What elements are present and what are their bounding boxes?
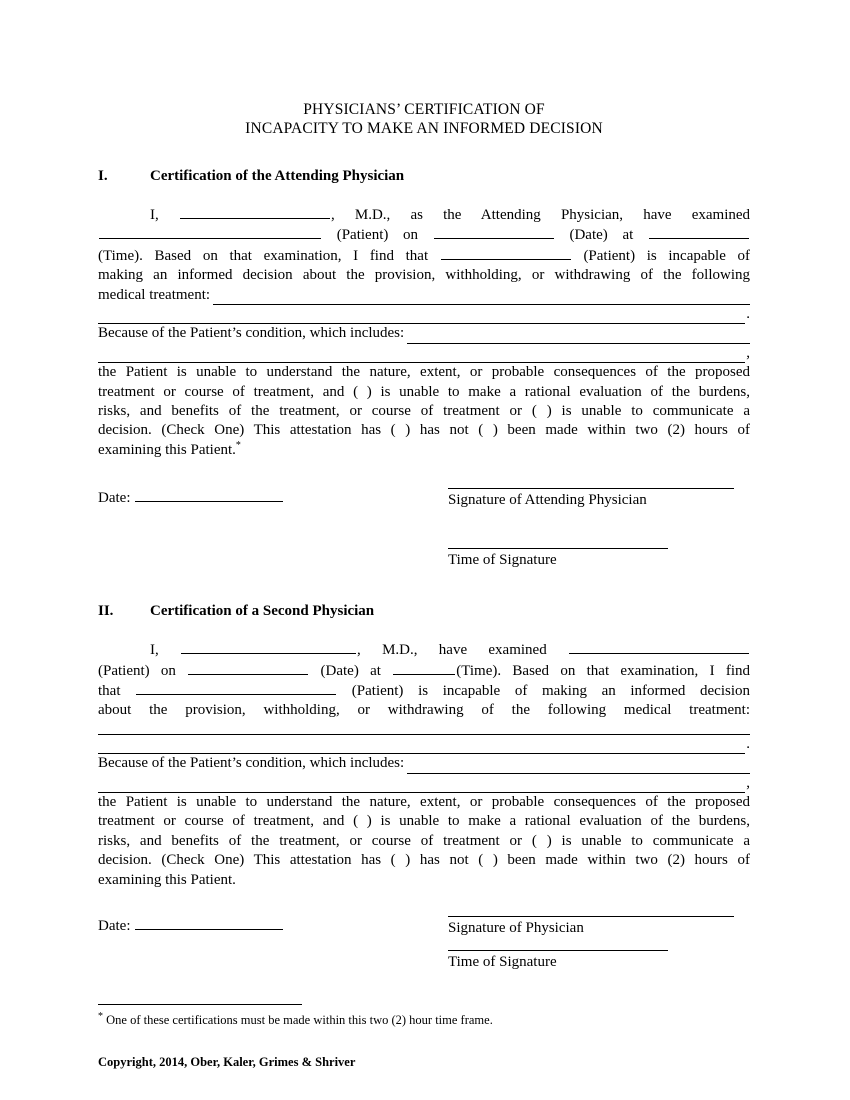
date-input-blank-1[interactable]	[135, 488, 284, 503]
para-line: I, , M.D., as the Attending Physician, h…	[98, 205, 750, 225]
date-area-2: Date:	[98, 916, 448, 973]
section-heading-2: II. Certification of a Second Physician	[98, 603, 750, 620]
document-title: PHYSICIANS’ CERTIFICATION OF INCAPACITY …	[98, 100, 750, 138]
text-date-at: (Date) at	[569, 227, 634, 244]
physician-name-blank-2[interactable]	[181, 640, 357, 655]
examining-patient-text: examining this Patient.	[98, 441, 236, 458]
patient-name-blank[interactable]	[99, 225, 321, 240]
physician-name-blank[interactable]	[179, 205, 330, 219]
patient-name-blank-3[interactable]	[569, 640, 750, 655]
para-line: making an informed decision about the pr…	[98, 267, 750, 284]
document-page: PHYSICIANS’ CERTIFICATION OF INCAPACITY …	[98, 0, 750, 1100]
footnote-asterisk-icon: *	[98, 1010, 103, 1022]
signature-block-1: Date: Signature of Attending Physician T…	[98, 488, 750, 570]
because-condition-row-4: ,	[98, 774, 750, 793]
para-line: that (Patient) is incapable of making an…	[98, 681, 750, 701]
medical-treatment-row-3	[98, 721, 750, 735]
para-line: about the provision, withholding, or wit…	[98, 702, 750, 719]
medical-treatment-blank[interactable]	[213, 291, 750, 306]
text-patient-incapable-2: (Patient) is incapable of making an info…	[351, 682, 750, 699]
footnote-area: * One of these certifications must be ma…	[98, 1003, 750, 1028]
date-row-2: Date:	[98, 916, 448, 935]
condition-blank-4[interactable]	[98, 779, 746, 793]
date-input-blank-2[interactable]	[135, 916, 284, 930]
para-line: (Patient) on (Date) at	[98, 225, 750, 245]
signature-block-2: Date: Signature of Physician Time of Sig…	[98, 915, 750, 973]
section-title-1: Certification of the Attending Physician	[150, 168, 405, 184]
text-i-label-2: I,	[150, 642, 159, 659]
para-line: examining this Patient.	[98, 871, 236, 888]
para-line: risks, and benefits of the treatment, or…	[98, 403, 750, 420]
time-label-1: Time of Signature	[448, 551, 557, 568]
section-number-2: II.	[98, 603, 114, 620]
time-blank[interactable]	[649, 225, 750, 240]
copyright-notice: Copyright, 2014, Ober, Kaler, Grimes & S…	[98, 1054, 356, 1069]
medical-treatment-blank-2[interactable]	[98, 310, 746, 325]
because-condition-label-2: Because of the Patient’s condition, whic…	[98, 755, 405, 772]
medical-treatment-row: medical treatment:	[98, 286, 750, 306]
period-tail: .	[746, 306, 750, 323]
patient-name-blank-2[interactable]	[440, 246, 571, 260]
para-line: the Patient is unable to understand the …	[98, 793, 750, 810]
para-line: decision. (Check One) This attestation h…	[98, 852, 750, 869]
date-blank[interactable]	[433, 225, 554, 240]
section-number-1: I.	[98, 168, 108, 184]
para-line: I, , M.D., have examined	[98, 640, 750, 660]
footnote-body: One of these certifications must be made…	[106, 1012, 493, 1027]
date-label-1: Date:	[98, 490, 131, 507]
date-area-1: Date:	[98, 488, 448, 570]
para-line: examining this Patient.*	[98, 439, 750, 460]
medical-treatment-row-4: .	[98, 735, 750, 755]
text-md-examined: , M.D., have examined	[357, 642, 547, 659]
text-patient-on-2: (Patient) on	[98, 662, 176, 679]
medical-treatment-row-2: .	[98, 305, 750, 325]
section-heading-1: I. Certification of the Attending Physic…	[98, 168, 750, 185]
text-i-label: I,	[150, 207, 159, 223]
text-patient-on: (Patient) on	[336, 227, 419, 244]
title-line-2: INCAPACITY TO MAKE AN INFORMED DECISION	[245, 120, 603, 137]
text-date-at-2: (Date) at	[320, 662, 381, 679]
text-that-label: that	[98, 682, 121, 699]
date-label-2: Date:	[98, 917, 131, 934]
text-patient-incapable: (Patient) is incapable of	[583, 247, 751, 264]
para-line: the Patient is unable to understand the …	[98, 364, 750, 381]
para-line: decision. (Check One) This attestation h…	[98, 422, 750, 439]
comma-tail: ,	[746, 344, 750, 361]
comma-tail-2: ,	[746, 774, 750, 791]
because-condition-label: Because of the Patient’s condition, whic…	[98, 325, 405, 342]
text-time-based-2: (Time). Based on that examination, I fin…	[456, 662, 751, 679]
para-line: risks, and benefits of the treatment, or…	[98, 832, 750, 849]
text-time-based: (Time). Based on that examination, I fin…	[98, 247, 429, 264]
because-condition-row: Because of the Patient’s condition, whic…	[98, 324, 750, 344]
para-line: (Patient) on (Date) at (Time). Based on …	[98, 661, 750, 681]
condition-blank[interactable]	[407, 330, 750, 344]
date-row-1: Date:	[98, 488, 448, 507]
signature-area-1: Signature of Attending Physician Time of…	[448, 488, 750, 570]
para-line: treatment or course of treatment, and ( …	[98, 383, 750, 400]
footnote-marker-icon: *	[235, 439, 241, 451]
signature-area-2: Signature of Physician Time of Signature	[448, 915, 750, 973]
patient-name-blank-4[interactable]	[136, 681, 337, 695]
time-blank-2[interactable]	[393, 661, 456, 675]
title-line-1: PHYSICIANS’ CERTIFICATION OF	[303, 101, 545, 118]
text-md-attending: , M.D., as the Attending Physician, have…	[330, 207, 751, 223]
period-tail-2: .	[746, 735, 750, 752]
because-condition-row-3: Because of the Patient’s condition, whic…	[98, 754, 750, 774]
section-1-paragraph: I, , M.D., as the Attending Physician, h…	[98, 205, 750, 460]
signature-label-2: Signature of Physician	[448, 919, 584, 936]
signature-label-1: Signature of Attending Physician	[448, 492, 647, 509]
medical-treatment-label: medical treatment:	[98, 286, 211, 303]
condition-blank-3[interactable]	[407, 760, 750, 774]
para-line: (Time). Based on that examination, I fin…	[98, 246, 750, 266]
time-label-2: Time of Signature	[448, 954, 557, 971]
condition-blank-2[interactable]	[98, 349, 746, 364]
medical-treatment-blank-4[interactable]	[98, 740, 746, 755]
footnote-text: * One of these certifications must be ma…	[98, 1005, 750, 1028]
para-line: treatment or course of treatment, and ( …	[98, 813, 750, 830]
because-condition-row-2: ,	[98, 344, 750, 364]
medical-treatment-blank-3[interactable]	[98, 721, 750, 735]
section-2-paragraph: I, , M.D., have examined (Patient) on (D…	[98, 640, 750, 890]
date-blank-2[interactable]	[188, 661, 309, 675]
section-title-2: Certification of a Second Physician	[150, 603, 375, 620]
